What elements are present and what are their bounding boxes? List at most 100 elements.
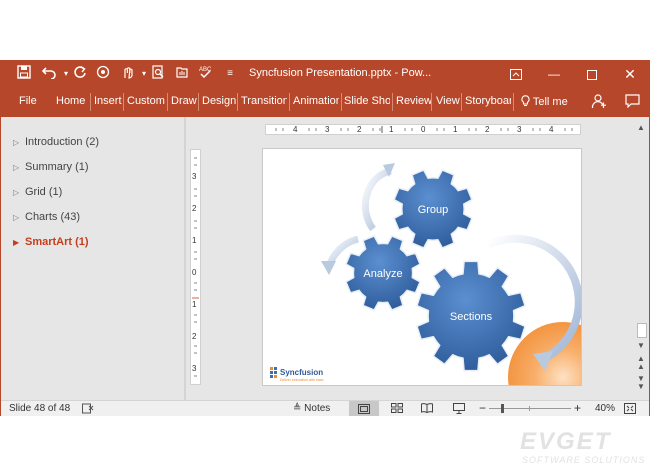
- touch-mode-icon[interactable]: [95, 65, 113, 83]
- logo-tagline: Deliver innovation with ease: [280, 378, 324, 382]
- maximize-icon[interactable]: [573, 61, 611, 87]
- tab-separator: [289, 93, 290, 111]
- vertical-ruler: 3 2 1 0 1 2 3: [190, 149, 201, 385]
- expand-arrow-icon[interactable]: ▷: [13, 163, 25, 172]
- reading-view-icon[interactable]: [421, 403, 433, 416]
- notes-label: Notes: [304, 403, 331, 414]
- tab-insert[interactable]: Insert: [94, 95, 122, 107]
- expand-arrow-icon[interactable]: ▷: [13, 213, 25, 222]
- notes-icon: ≜: [293, 403, 302, 414]
- zoom-level[interactable]: 40%: [595, 403, 615, 414]
- slide-canvas[interactable]: Group Analyze Sections Syncfusion Deliver …: [262, 148, 582, 386]
- ruler-label: 3: [192, 364, 197, 373]
- pane-divider[interactable]: [184, 117, 186, 400]
- tab-transitions[interactable]: Transition: [241, 95, 287, 107]
- ruler-label: 3: [517, 125, 522, 134]
- notes-button[interactable]: ≜ Notes: [293, 403, 330, 414]
- tab-separator: [513, 93, 514, 111]
- lightbulb-icon: [521, 95, 530, 107]
- ruler-label: 1: [389, 125, 394, 134]
- tab-separator: [341, 93, 342, 111]
- tab-separator: [167, 93, 168, 111]
- accessibility-icon[interactable]: [82, 403, 94, 417]
- tab-home[interactable]: Home: [56, 95, 85, 107]
- vertical-scrollbar[interactable]: ▲ ▼ ▲ ▲ ▼ ▼: [635, 117, 649, 400]
- section-item[interactable]: ▷ Grid (1): [13, 186, 62, 198]
- zoom-in-icon[interactable]: +: [574, 401, 581, 415]
- tell-me-box[interactable]: Tell me: [521, 95, 568, 108]
- ruler-label: 4: [293, 125, 298, 134]
- title-bar: ▾ ▾ ABC ≡ Syncfusion Presentation.pptx -…: [1, 61, 649, 87]
- ruler-label: 2: [357, 125, 362, 134]
- ruler-label: 0: [421, 125, 426, 134]
- redo-icon[interactable]: [71, 65, 89, 83]
- expand-arrow-icon[interactable]: ▶: [13, 238, 25, 247]
- previous-slide-icon[interactable]: ▲ ▲: [637, 355, 645, 371]
- tab-design[interactable]: Design: [202, 95, 236, 107]
- expand-arrow-icon[interactable]: ▷: [13, 138, 25, 147]
- tab-separator: [237, 93, 238, 111]
- tab-view[interactable]: View: [436, 95, 460, 107]
- zoom-out-icon[interactable]: −: [479, 401, 486, 415]
- tab-storyboarding[interactable]: Storyboar: [465, 95, 511, 107]
- ruler-label: 3: [192, 172, 197, 181]
- tab-separator: [461, 93, 462, 111]
- smartart-graphic[interactable]: Group Analyze Sections: [263, 149, 582, 386]
- document-title: Syncfusion Presentation.pptx - Pow...: [249, 67, 432, 79]
- next-slide-icon[interactable]: ▼ ▼: [637, 375, 645, 391]
- watermark-sub: SOFTWARE SOLUTIONS: [522, 455, 646, 465]
- customize-qat-icon[interactable]: ≡: [221, 65, 239, 83]
- minimize-icon[interactable]: —: [535, 61, 573, 87]
- gear-label[interactable]: Analyze: [363, 268, 402, 280]
- curved-arrow: [361, 167, 392, 232]
- tab-review[interactable]: Review: [396, 95, 432, 107]
- horizontal-ruler: 4 3 2 1 0 1 2 3 4: [265, 124, 581, 135]
- ruler-label: 2: [485, 125, 490, 134]
- ruler-label: 3: [325, 125, 330, 134]
- section-item[interactable]: ▷ Summary (1): [13, 161, 89, 173]
- powerpoint-window: ▾ ▾ ABC ≡ Syncfusion Presentation.pptx -…: [0, 60, 650, 416]
- ruler-label: 0: [192, 268, 197, 277]
- normal-view-button[interactable]: [349, 401, 379, 416]
- comments-icon[interactable]: [625, 94, 640, 111]
- zoom-center-tick: [529, 406, 530, 411]
- tab-animations[interactable]: Animation: [293, 95, 339, 107]
- save-icon[interactable]: [15, 65, 33, 83]
- tab-file[interactable]: File: [19, 95, 37, 107]
- ruler-label: 1: [192, 236, 197, 245]
- ruler-label: 4: [549, 125, 554, 134]
- svg-text:ABC: ABC: [199, 67, 212, 73]
- expand-arrow-icon[interactable]: ▷: [13, 188, 25, 197]
- spelling-icon[interactable]: ABC: [197, 65, 215, 83]
- print-preview-icon[interactable]: [149, 65, 167, 83]
- share-icon[interactable]: [591, 93, 607, 112]
- ruler-label: 2: [192, 204, 197, 213]
- zoom-slider-thumb[interactable]: [501, 404, 504, 413]
- section-item-active[interactable]: ▶ SmartArt (1): [13, 236, 89, 248]
- open-icon[interactable]: [173, 65, 191, 83]
- section-item[interactable]: ▷ Introduction (2): [13, 136, 99, 148]
- fit-to-window-icon[interactable]: [624, 403, 636, 417]
- section-label: Introduction (2): [25, 136, 99, 148]
- tab-separator: [431, 93, 432, 111]
- close-icon[interactable]: ✕: [611, 61, 649, 87]
- gear-label[interactable]: Sections: [450, 311, 493, 323]
- slide-sorter-icon[interactable]: [391, 403, 403, 416]
- tab-separator: [198, 93, 199, 111]
- scroll-up-icon[interactable]: ▲: [637, 123, 645, 132]
- tab-draw[interactable]: Draw: [171, 95, 197, 107]
- slideshow-icon[interactable]: [453, 403, 465, 417]
- logo-text: Syncfusion: [280, 368, 324, 377]
- tab-custom[interactable]: Custom: [127, 95, 165, 107]
- scroll-down-icon[interactable]: ▼: [637, 341, 645, 350]
- scrollbar-thumb[interactable]: [637, 323, 647, 338]
- tab-slide-show[interactable]: Slide Show: [344, 95, 390, 107]
- gear-label[interactable]: Group: [418, 204, 449, 216]
- section-item[interactable]: ▷ Charts (43): [13, 211, 80, 223]
- tab-separator: [123, 93, 124, 111]
- section-label: Grid (1): [25, 186, 63, 198]
- ribbon-tabs: File Home Insert Custom Draw Design Tran…: [1, 87, 649, 117]
- syncfusion-logo: [270, 367, 277, 378]
- tab-separator: [90, 93, 91, 111]
- ribbon-display-options-icon[interactable]: [497, 61, 535, 87]
